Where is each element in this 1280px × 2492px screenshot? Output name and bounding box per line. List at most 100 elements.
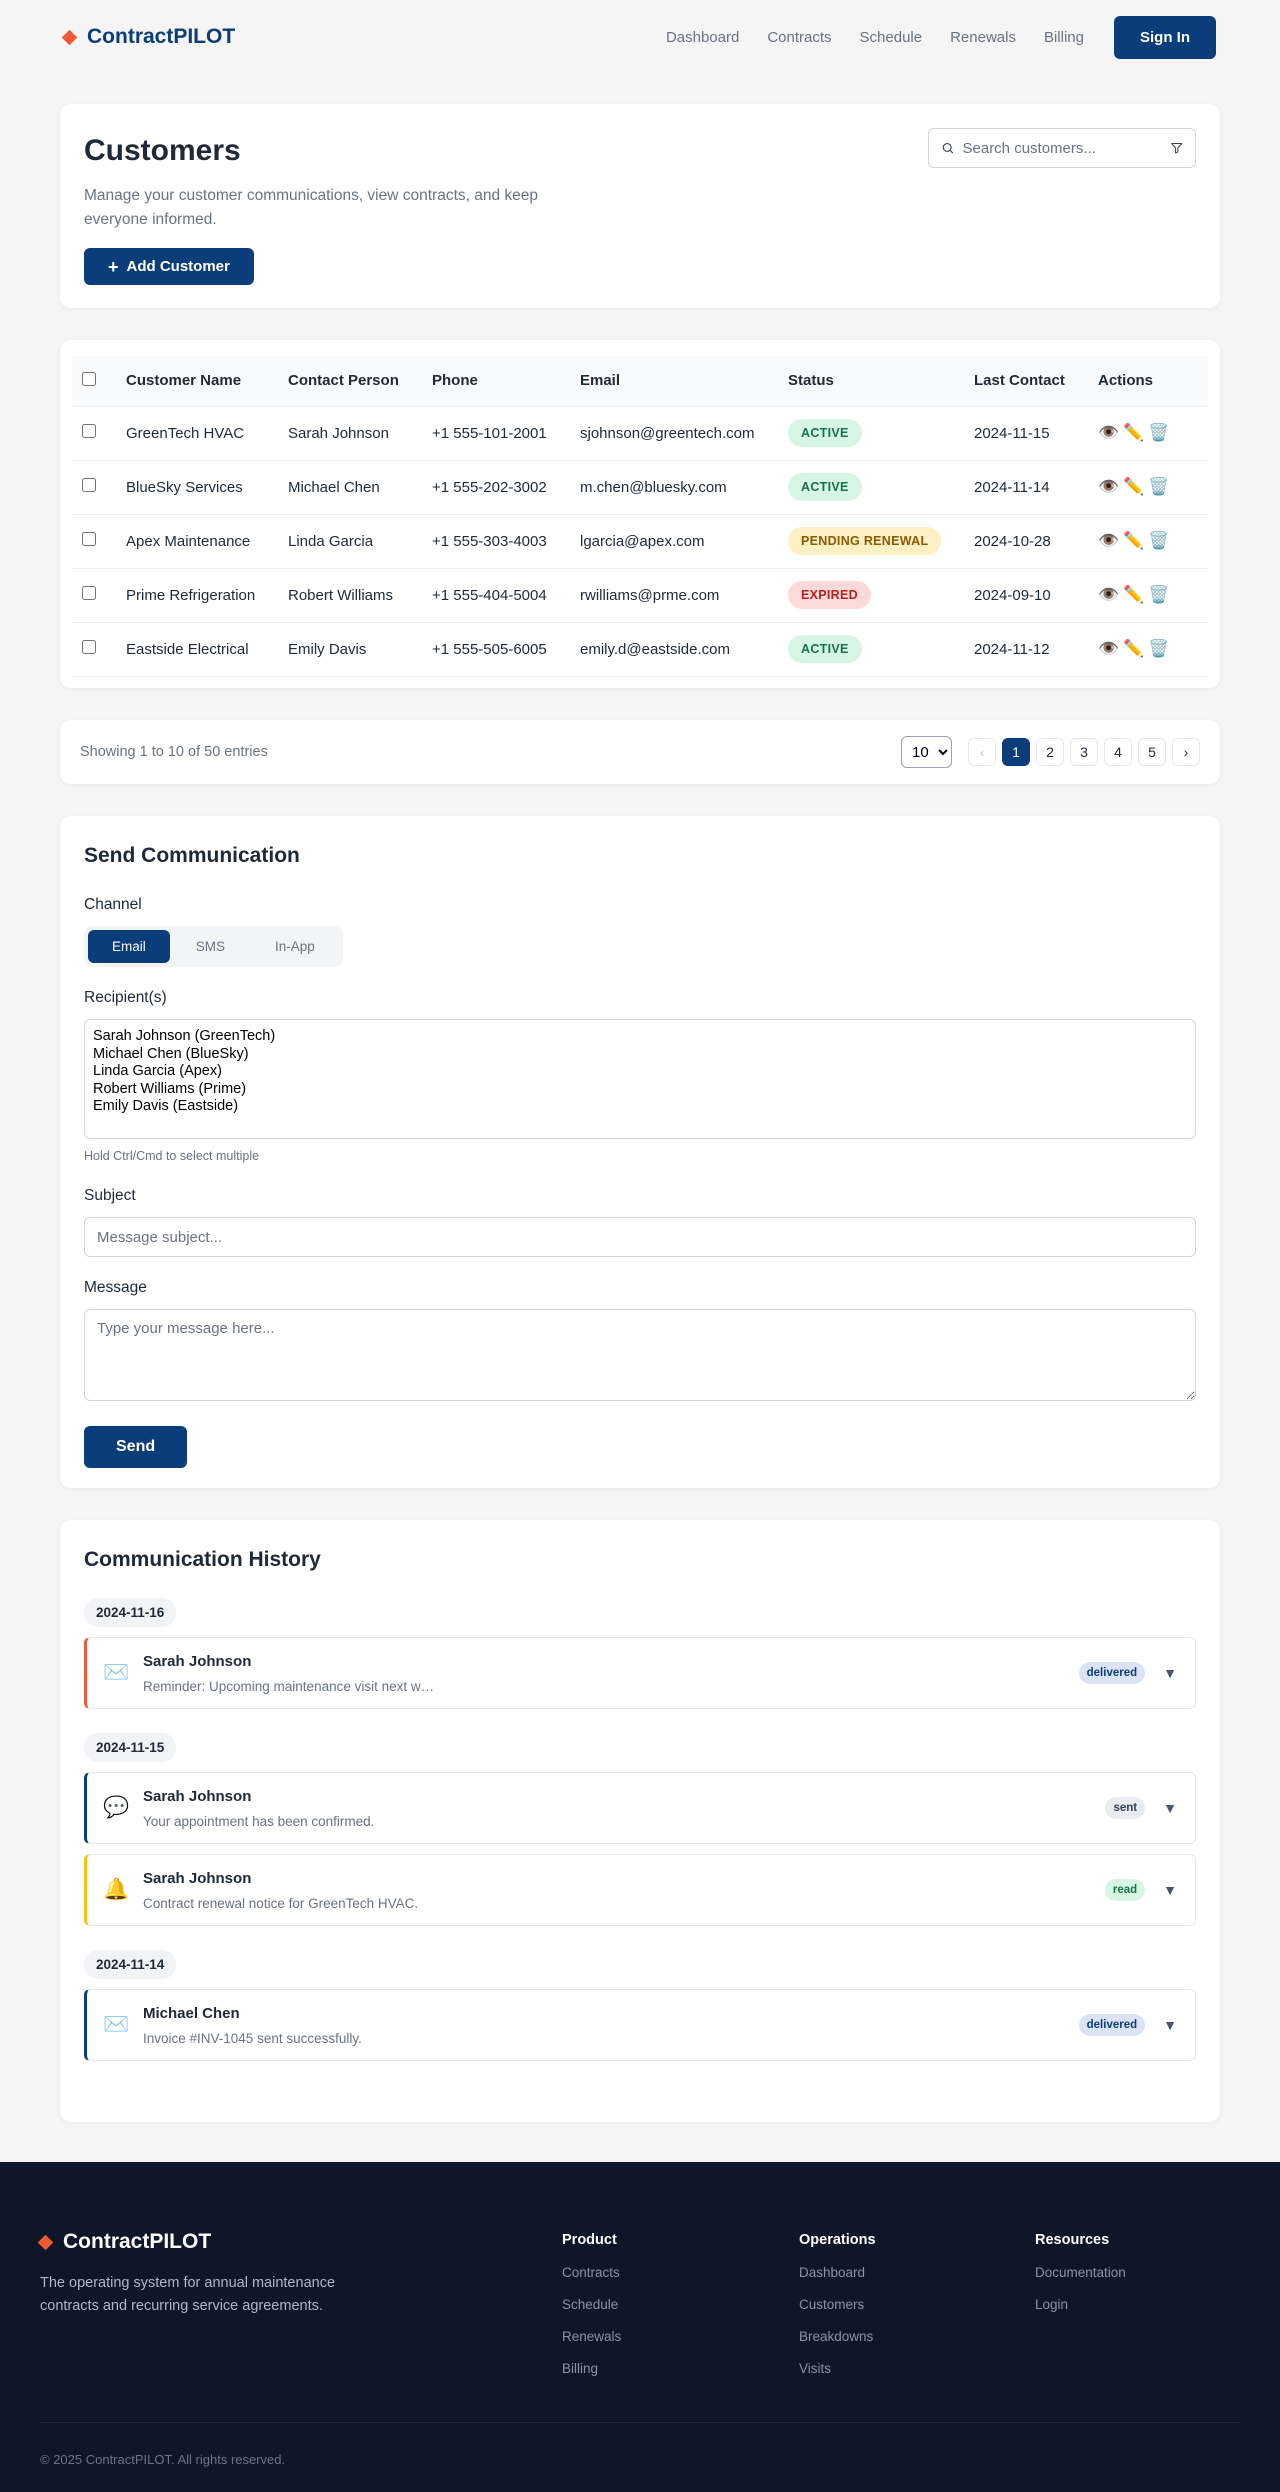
brand-logo[interactable]: ContractPILOT: [61, 25, 235, 49]
recipient-option[interactable]: Emily Davis (Eastside): [93, 1098, 1187, 1116]
add-customer-button[interactable]: + Add Customer: [84, 248, 254, 285]
phone: +1 555-202-3002: [422, 459, 570, 514]
footer-link[interactable]: Renewals: [562, 2329, 621, 2344]
customers-table: Customer Name Contact Person Phone Email…: [72, 356, 1208, 677]
edit-icon[interactable]: ✏️: [1123, 585, 1144, 605]
history-item[interactable]: ✉️ Michael Chen Invoice #INV-1045 sent s…: [84, 1989, 1196, 2061]
page-button-5[interactable]: 5: [1138, 738, 1166, 766]
customer-name: Apex Maintenance: [116, 513, 278, 568]
customer-name: Prime Refrigeration: [116, 567, 278, 622]
footer-link[interactable]: Visits: [799, 2361, 876, 2376]
edit-icon[interactable]: ✏️: [1123, 477, 1144, 497]
col-customer-name[interactable]: Customer Name: [116, 356, 278, 406]
history-item[interactable]: ✉️ Sarah Johnson Reminder: Upcoming main…: [84, 1637, 1196, 1709]
channel-email-tab[interactable]: Email: [88, 930, 170, 963]
footer-link[interactable]: Customers: [799, 2297, 876, 2312]
table-row[interactable]: BlueSky Services Michael Chen +1 555-202…: [72, 459, 1208, 514]
view-icon[interactable]: 👁️: [1098, 477, 1119, 497]
send-button[interactable]: Send: [84, 1426, 188, 1468]
view-icon[interactable]: 👁️: [1098, 531, 1119, 551]
footer-link[interactable]: Dashboard: [799, 2265, 876, 2280]
next-page-button[interactable]: ›: [1172, 738, 1200, 766]
channel-selector: Email SMS In-App: [84, 926, 343, 967]
channel-in-app-tab[interactable]: In-App: [251, 930, 339, 963]
page-button-4[interactable]: 4: [1104, 738, 1132, 766]
footer-column-title: Operations: [799, 2232, 876, 2248]
delete-icon[interactable]: 🗑️: [1148, 585, 1169, 605]
delete-icon[interactable]: 🗑️: [1148, 531, 1169, 551]
chevron-down-icon[interactable]: ▼: [1163, 1800, 1177, 1816]
view-icon[interactable]: 👁️: [1098, 585, 1119, 605]
col-last-contact[interactable]: Last Contact: [964, 356, 1088, 406]
col-email[interactable]: Email: [570, 356, 778, 406]
nav-billing[interactable]: Billing: [1044, 29, 1084, 46]
nav-renewals[interactable]: Renewals: [950, 29, 1016, 46]
select-all-checkbox[interactable]: [82, 371, 96, 386]
table-row[interactable]: GreenTech HVAC Sarah Johnson +1 555-101-…: [72, 405, 1208, 460]
row-checkbox[interactable]: [82, 532, 96, 546]
page-button-1[interactable]: 1: [1002, 738, 1030, 766]
row-checkbox[interactable]: [82, 424, 96, 438]
footer-link[interactable]: Schedule: [562, 2297, 621, 2312]
recipient-option[interactable]: Sarah Johnson (GreenTech): [93, 1028, 1187, 1046]
table-row[interactable]: Prime Refrigeration Robert Williams +1 5…: [72, 567, 1208, 622]
select-all-cell: [72, 356, 116, 406]
channel-sms-tab[interactable]: SMS: [172, 930, 249, 963]
history-recipient: Sarah Johnson: [143, 1787, 252, 1805]
table-row[interactable]: Apex Maintenance Linda Garcia +1 555-303…: [72, 513, 1208, 568]
view-icon[interactable]: 👁️: [1098, 639, 1119, 659]
footer-link[interactable]: Login: [1035, 2297, 1126, 2312]
pagination-controls: 10 ‹ 1 2 3 4 5 ›: [901, 736, 1200, 768]
send-communication-title: Send Communication: [84, 844, 300, 867]
chevron-down-icon[interactable]: ▼: [1163, 2017, 1177, 2033]
page-size-select[interactable]: 10: [901, 736, 952, 768]
col-contact-person[interactable]: Contact Person: [278, 356, 422, 406]
delete-icon[interactable]: 🗑️: [1148, 639, 1169, 659]
chat-bubble-icon: 💬: [103, 1796, 130, 1819]
edit-icon[interactable]: ✏️: [1123, 639, 1144, 659]
sign-in-button[interactable]: Sign In: [1114, 15, 1216, 59]
nav-contracts[interactable]: Contracts: [767, 29, 831, 46]
edit-icon[interactable]: ✏️: [1123, 531, 1144, 551]
row-checkbox[interactable]: [82, 640, 96, 654]
history-date: 2024-11-16: [84, 1598, 177, 1627]
nav-schedule[interactable]: Schedule: [860, 29, 923, 46]
footer-link[interactable]: Billing: [562, 2361, 621, 2376]
page-button-2[interactable]: 2: [1036, 738, 1064, 766]
status-badge: ACTIVE: [788, 473, 862, 501]
col-phone[interactable]: Phone: [422, 356, 570, 406]
subject-field[interactable]: [84, 1217, 1196, 1257]
footer-link[interactable]: Breakdowns: [799, 2329, 876, 2344]
edit-icon[interactable]: ✏️: [1123, 423, 1144, 443]
delete-icon[interactable]: 🗑️: [1148, 477, 1169, 497]
footer-column-resources: Resources Documentation Login: [1035, 2232, 1126, 2312]
recipient-option[interactable]: Robert Williams (Prime): [93, 1081, 1187, 1099]
prev-page-button[interactable]: ‹: [968, 738, 996, 766]
add-customer-label: Add Customer: [126, 258, 230, 275]
page-button-3[interactable]: 3: [1070, 738, 1098, 766]
footer-link[interactable]: Documentation: [1035, 2265, 1126, 2280]
search-input[interactable]: [962, 139, 1162, 157]
filter-icon[interactable]: [1170, 139, 1184, 157]
recipients-label: Recipient(s): [84, 989, 167, 1006]
subject-label: Subject: [84, 1187, 136, 1204]
delete-icon[interactable]: 🗑️: [1148, 423, 1169, 443]
table-row[interactable]: Eastside Electrical Emily Davis +1 555-5…: [72, 621, 1208, 677]
nav-dashboard[interactable]: Dashboard: [666, 29, 739, 46]
view-icon[interactable]: 👁️: [1098, 423, 1119, 443]
history-item[interactable]: 🔔 Sarah Johnson Contract renewal notice …: [84, 1854, 1196, 1926]
chevron-down-icon[interactable]: ▼: [1163, 1882, 1177, 1898]
email: lgarcia@apex.com: [570, 513, 778, 568]
message-field[interactable]: [84, 1309, 1196, 1401]
chevron-down-icon[interactable]: ▼: [1163, 1665, 1177, 1681]
history-item[interactable]: 💬 Sarah Johnson Your appointment has bee…: [84, 1772, 1196, 1844]
recipient-option[interactable]: Michael Chen (BlueSky): [93, 1046, 1187, 1064]
row-checkbox[interactable]: [82, 586, 96, 600]
footer-logo[interactable]: ContractPILOT: [37, 2230, 340, 2254]
footer-link[interactable]: Contracts: [562, 2265, 621, 2280]
recipient-option[interactable]: Linda Garcia (Apex): [93, 1063, 1187, 1081]
col-status[interactable]: Status: [778, 356, 964, 406]
footer-column-title: Resources: [1035, 2232, 1110, 2248]
recipients-multiselect[interactable]: Sarah Johnson (GreenTech) Michael Chen (…: [84, 1019, 1196, 1139]
row-checkbox[interactable]: [82, 478, 96, 492]
